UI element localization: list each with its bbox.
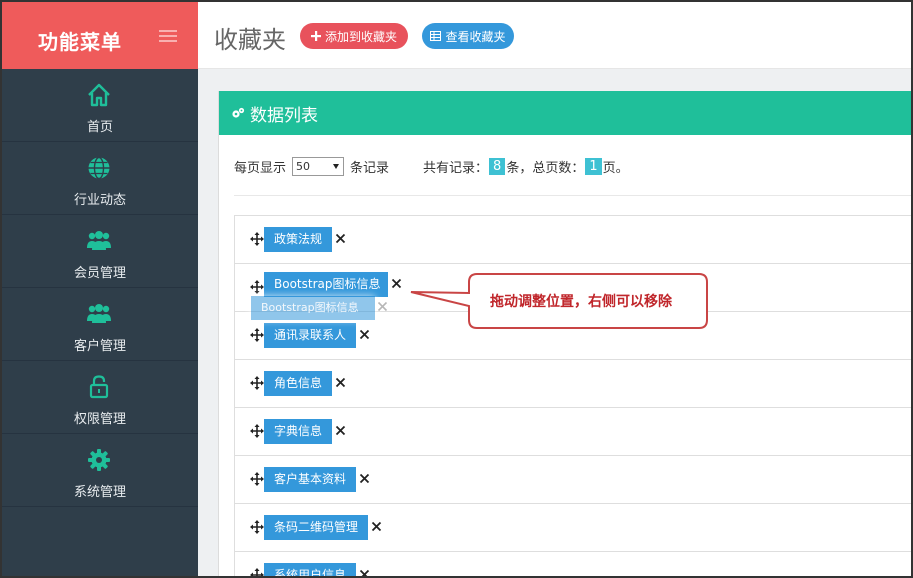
data-list-panel: 数据列表 每页显示 50 条记录 共有记录： 8 条，总页数： 1 页。 政策法… [218, 91, 911, 576]
close-icon[interactable] [391, 278, 402, 289]
chevron-down-icon [333, 164, 340, 169]
sidebar-item-home[interactable]: 首页 [2, 69, 198, 142]
total-records-label: 共有记录： [423, 161, 489, 176]
move-handle-icon[interactable] [250, 472, 264, 486]
page-title: 收藏夹 [214, 26, 286, 54]
per-page-label: 每页显示 [234, 161, 287, 176]
add-to-favorites-label: 添加到收藏夹 [324, 29, 397, 44]
favorite-tag[interactable]: 条码二维码管理 [264, 515, 368, 540]
close-icon [377, 301, 388, 312]
records-unit-label: 条记录 [350, 161, 390, 176]
favorite-tag[interactable]: 字典信息 [264, 419, 332, 444]
close-icon[interactable] [359, 329, 370, 340]
sidebar-item-label: 首页 [86, 120, 113, 135]
close-icon[interactable] [335, 377, 346, 388]
sidebar-item-news[interactable]: 行业动态 [2, 142, 198, 215]
close-icon[interactable] [335, 425, 346, 436]
users-icon [87, 304, 111, 323]
drag-ghost-tag: Bootstrap图标信息 [251, 296, 375, 320]
sidebar-title: 功能菜单 [38, 30, 122, 54]
add-to-favorites-button[interactable]: 添加到收藏夹 [300, 23, 408, 49]
lock-icon [89, 375, 109, 399]
close-icon[interactable] [335, 233, 346, 244]
move-handle-icon[interactable] [250, 520, 264, 534]
favorite-tag[interactable]: 通讯录联系人 [264, 323, 356, 348]
close-icon[interactable] [359, 473, 370, 484]
top-header: 收藏夹 添加到收藏夹 查看收藏夹 [198, 2, 911, 69]
sidebar-header: 功能菜单 [2, 2, 198, 69]
gears-icon [232, 107, 245, 118]
sidebar-item-label: 权限管理 [73, 412, 126, 427]
list-item[interactable]: 系统用户信息 [235, 552, 911, 578]
pagination-toolbar: 每页显示 50 条记录 共有记录： 8 条，总页数： 1 页。 [234, 157, 911, 176]
users-icon [87, 231, 111, 250]
divider [234, 195, 911, 196]
view-favorites-label: 查看收藏夹 [445, 29, 506, 44]
annotation-text: 拖动调整位置，右侧可以移除 [490, 294, 672, 310]
move-handle-icon[interactable] [250, 568, 264, 578]
sidebar-item-label: 会员管理 [73, 266, 126, 281]
page-unit-label: 页。 [602, 161, 629, 176]
close-icon[interactable] [371, 521, 382, 532]
list-item[interactable]: 政策法规 [235, 216, 911, 264]
move-handle-icon[interactable] [250, 328, 264, 342]
list-item[interactable]: 角色信息 [235, 360, 911, 408]
sidebar-item-label: 系统管理 [73, 485, 126, 500]
favorite-tag[interactable]: 客户基本资料 [264, 467, 356, 492]
sidebar-item-system[interactable]: 系统管理 [2, 434, 198, 507]
panel-title: 数据列表 [250, 106, 318, 126]
sidebar-item-label: 客户管理 [73, 339, 126, 354]
screenshot-frame: 功能菜单 首页 行业动态 会员管理 客户管理 权限管理 系统管理 收藏夹 添加到… [0, 0, 913, 578]
list-item[interactable]: 客户基本资料 [235, 456, 911, 504]
close-icon[interactable] [359, 569, 370, 578]
page-count-badge: 1 [585, 158, 602, 175]
move-handle-icon[interactable] [250, 232, 264, 246]
move-handle-icon[interactable] [250, 424, 264, 438]
list-item[interactable]: 字典信息 [235, 408, 911, 456]
sidebar: 功能菜单 首页 行业动态 会员管理 客户管理 权限管理 系统管理 [2, 2, 198, 576]
favorite-tag[interactable]: 政策法规 [264, 227, 332, 252]
sidebar-item-label: 行业动态 [73, 193, 126, 208]
favorite-tag[interactable]: Bootstrap图标信息 [264, 272, 388, 297]
list-item[interactable]: 条码二维码管理 [235, 504, 911, 552]
per-page-value: 50 [296, 160, 311, 173]
sidebar-item-members[interactable]: 会员管理 [2, 215, 198, 288]
move-handle-icon[interactable] [250, 376, 264, 390]
sidebar-item-permissions[interactable]: 权限管理 [2, 361, 198, 434]
move-handle-icon[interactable] [250, 280, 264, 294]
total-count-badge: 8 [489, 158, 506, 175]
home-icon [88, 83, 110, 107]
sidebar-item-customers[interactable]: 客户管理 [2, 288, 198, 361]
table-icon [430, 31, 442, 41]
hamburger-menu-icon[interactable] [159, 30, 177, 42]
per-page-select[interactable]: 50 [292, 157, 345, 176]
globe-icon [88, 156, 110, 180]
plus-icon [310, 31, 321, 41]
total-unit-label: 条，总页数： [506, 161, 585, 176]
gear-icon [88, 449, 110, 471]
favorite-tag[interactable]: 角色信息 [264, 371, 332, 396]
panel-header: 数据列表 [219, 91, 911, 135]
favorite-tag[interactable]: 系统用户信息 [264, 563, 356, 576]
view-favorites-button[interactable]: 查看收藏夹 [422, 23, 514, 49]
